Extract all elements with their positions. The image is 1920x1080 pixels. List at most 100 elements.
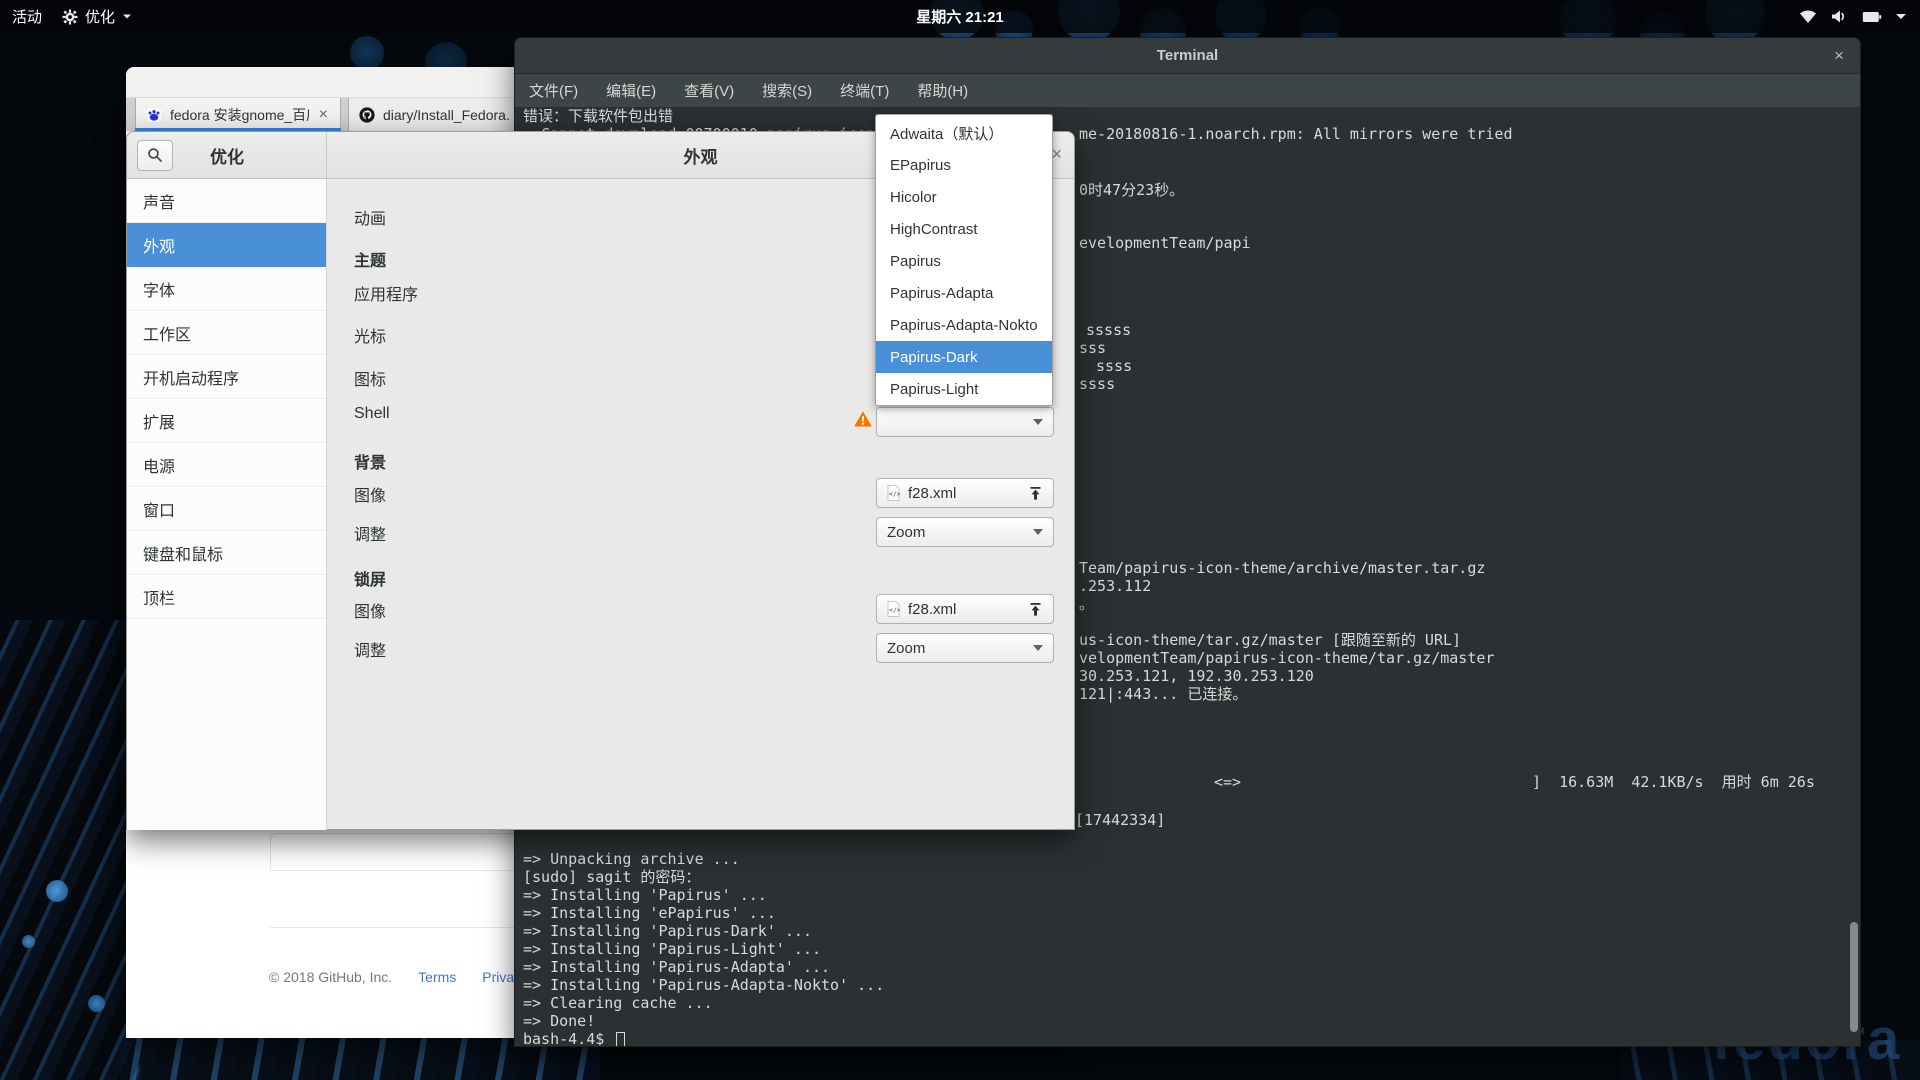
terminal-close-icon[interactable]: ×: [1834, 46, 1844, 66]
terminal-line: us-icon-theme/tar.gz/master [跟随至新的 URL]: [1079, 631, 1461, 649]
background-image-button[interactable]: </> f28.xml: [876, 478, 1054, 508]
upload-icon: [1028, 602, 1043, 617]
background-adjustment-value: Zoom: [887, 524, 925, 541]
sidebar-item-windows[interactable]: 窗口: [127, 487, 326, 531]
terminal-line: => Installing 'Papirus-Adapta' ...: [523, 958, 830, 976]
sidebar-item-sound[interactable]: 声音: [127, 179, 326, 223]
terminal-line: 30.253.121, 192.30.253.120: [1079, 667, 1314, 685]
browser-tab-baidu[interactable]: fedora 安装gnome_百度搜 ×: [135, 98, 341, 131]
lockscreen-adjustment-value: Zoom: [887, 640, 925, 657]
sidebar-item-extensions[interactable]: 扩展: [127, 399, 326, 443]
menu-help[interactable]: 帮助(H): [903, 80, 982, 101]
tab-title: fedora 安装gnome_百度搜: [170, 105, 309, 125]
theme-option-papirus-light[interactable]: Papirus-Light: [876, 373, 1052, 405]
sidebar-item-topbar[interactable]: 顶栏: [127, 575, 326, 619]
terminal-line: => Done!: [523, 1012, 595, 1030]
terminal-line: .253.112: [1079, 577, 1151, 595]
terminal-line: 错误：下载软件包出错: [523, 107, 673, 125]
sidebar-item-power[interactable]: 电源: [127, 443, 326, 487]
menu-edit[interactable]: 编辑(E): [592, 80, 670, 101]
terminal-cursor: [616, 1032, 625, 1046]
terminal-titlebar[interactable]: Terminal ×: [515, 38, 1860, 74]
svg-text:</>: </>: [889, 606, 900, 614]
theme-option-papirus-adapta[interactable]: Papirus-Adapta: [876, 277, 1052, 309]
theme-option-epapirus[interactable]: EPapirus: [876, 149, 1052, 181]
copyright-text: © 2018 GitHub, Inc.: [269, 969, 392, 985]
row-label-shell: Shell: [354, 405, 390, 423]
background-adjustment-combobox[interactable]: Zoom: [876, 517, 1054, 547]
lockscreen-image-filename: f28.xml: [908, 601, 956, 618]
terminal-menubar: 文件(F) 编辑(E) 查看(V) 搜索(S) 终端(T) 帮助(H): [515, 74, 1860, 107]
section-lockscreen: 锁屏: [354, 566, 386, 590]
chevron-down-icon: [1033, 529, 1043, 535]
row-label-bg-image: 图像: [354, 482, 386, 506]
github-content-box: [270, 833, 520, 868]
sidebar-item-startup[interactable]: 开机启动程序: [127, 355, 326, 399]
search-icon: [147, 147, 163, 163]
theme-option-papirus-adapta-nokto[interactable]: Papirus-Adapta-Nokto: [876, 309, 1052, 341]
terminal-line: ] 16.63M 42.1KB/s 用时 6m 26s: [1532, 773, 1815, 791]
terminal-line: ssss: [1079, 375, 1115, 393]
row-label-applications: 应用程序: [354, 281, 418, 305]
sidebar-item-workspaces[interactable]: 工作区: [127, 311, 326, 355]
section-theme: 主题: [354, 247, 386, 271]
menu-file[interactable]: 文件(F): [515, 80, 592, 101]
tweaks-close-icon[interactable]: ×: [1051, 144, 1062, 165]
shell-theme-combobox[interactable]: [876, 407, 1054, 437]
divider: [270, 927, 520, 928]
terminal-line: => Installing 'Papirus-Dark' ...: [523, 922, 812, 940]
row-label-lock-adjustment: 调整: [354, 637, 386, 661]
theme-option-papirus-dark[interactable]: Papirus-Dark: [876, 341, 1052, 373]
terminal-line: => Unpacking archive ...: [523, 850, 740, 868]
search-button[interactable]: [137, 140, 173, 171]
terminal-line: 0时47分23秒。: [1079, 181, 1184, 199]
lockscreen-adjustment-combobox[interactable]: Zoom: [876, 633, 1054, 663]
sidebar-item-keyboard-mouse[interactable]: 键盘和鼠标: [127, 531, 326, 575]
terminal-line: => Installing 'Papirus' ...: [523, 886, 767, 904]
chevron-down-icon: [1033, 645, 1043, 651]
menu-terminal[interactable]: 终端(T): [826, 80, 903, 101]
divider: [270, 870, 520, 871]
sidebar-item-fonts[interactable]: 字体: [127, 267, 326, 311]
terminal-line: sss: [1079, 339, 1106, 357]
theme-option-highcontrast[interactable]: HighContrast: [876, 213, 1052, 245]
terminal-line: => Installing 'Papirus-Light' ...: [523, 940, 821, 958]
terminal-line: ssss: [1096, 357, 1132, 375]
terminal-line: [sudo] sagit 的密码：: [523, 868, 700, 886]
tab-close-icon[interactable]: ×: [317, 106, 330, 124]
theme-option-adwaita[interactable]: Adwaita（默认）: [876, 117, 1052, 149]
terminal-line: me-20180816-1.noarch.rpm: All mirrors we…: [1079, 125, 1512, 143]
sidebar-item-appearance[interactable]: 外观: [127, 223, 326, 267]
clock[interactable]: 星期六 21:21: [0, 6, 1920, 27]
theme-option-papirus[interactable]: Papirus: [876, 245, 1052, 277]
background-image-filename: f28.xml: [908, 485, 956, 502]
theme-option-hicolor[interactable]: Hicolor: [876, 181, 1052, 213]
menu-search[interactable]: 搜索(S): [748, 80, 826, 101]
row-label-icons: 图标: [354, 366, 386, 390]
terminal-line: evelopmentTeam/papi: [1079, 234, 1251, 252]
terminal-scrollbar-thumb[interactable]: [1850, 922, 1858, 1032]
upload-icon: [1028, 486, 1043, 501]
system-status-area[interactable]: [1799, 9, 1920, 24]
lockscreen-image-button[interactable]: </> f28.xml: [876, 594, 1054, 624]
row-label-cursor: 光标: [354, 323, 386, 347]
application-theme-dropdown: Adwaita（默认） EPapirus Hicolor HighContras…: [875, 114, 1053, 406]
section-background: 背景: [354, 449, 386, 473]
chevron-down-icon: [1033, 419, 1043, 425]
terms-link[interactable]: Terms: [418, 969, 456, 985]
terminal-line: 。: [1079, 595, 1094, 613]
row-label-bg-adjustment: 调整: [354, 521, 386, 545]
volume-icon: [1831, 9, 1848, 24]
terminal-line: sssss: [1086, 321, 1131, 339]
tweaks-sidebar: 声音 外观 字体 工作区 开机启动程序 扩展 电源 窗口 键盘和鼠标 顶栏: [127, 179, 327, 830]
baidu-favicon: [146, 107, 162, 123]
menu-view[interactable]: 查看(V): [670, 80, 748, 101]
chevron-down-icon: [1896, 14, 1906, 19]
terminal-line: => Installing 'ePapirus' ...: [523, 904, 776, 922]
terminal-line: <=>: [1214, 773, 1241, 791]
terminal-prompt: bash-4.4$: [523, 1030, 604, 1046]
terminal-line: velopmentTeam/papirus-icon-theme/tar.gz/…: [1079, 649, 1494, 667]
xml-file-icon: </>: [887, 485, 900, 501]
terminal-line: => Installing 'Papirus-Adapta-Nokto' ...: [523, 976, 884, 994]
github-favicon: [359, 107, 375, 123]
